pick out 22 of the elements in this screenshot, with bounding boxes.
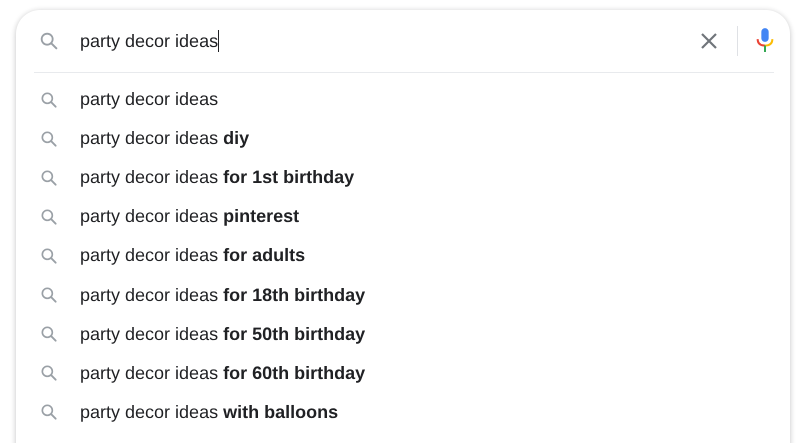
search-icon (39, 128, 59, 149)
suggestion-item[interactable]: party decor ideas for 1st birthday (80, 167, 354, 188)
search-icon (39, 168, 59, 188)
suggestion-item[interactable]: party decor ideas for 18th birthday (80, 284, 366, 306)
text-cursor (218, 30, 220, 52)
search-icon (39, 363, 59, 384)
suggestion-item[interactable]: party decor ideas for 50th birthday (80, 324, 366, 345)
search-query[interactable]: party decor ideas (80, 30, 218, 52)
suggestion-item[interactable]: party decor ideas for adults (80, 245, 306, 266)
microphone-icon[interactable] (754, 27, 776, 55)
search-icon (39, 206, 59, 227)
suggestion-item[interactable]: party decor ideas (80, 89, 218, 110)
search-icon (39, 285, 59, 306)
search-icon (38, 30, 60, 52)
search-icon (39, 402, 59, 422)
search-icon (39, 246, 59, 266)
suggestion-item[interactable]: party decor ideas diy (80, 128, 250, 150)
search-icon (39, 324, 59, 344)
suggestion-item[interactable]: party decor ideas for 60th birthday (80, 362, 366, 384)
search-icon (39, 90, 59, 110)
suggestion-item[interactable]: party decor ideas pinterest (80, 206, 300, 228)
suggestion-item[interactable]: party decor ideas with balloons (80, 402, 338, 423)
